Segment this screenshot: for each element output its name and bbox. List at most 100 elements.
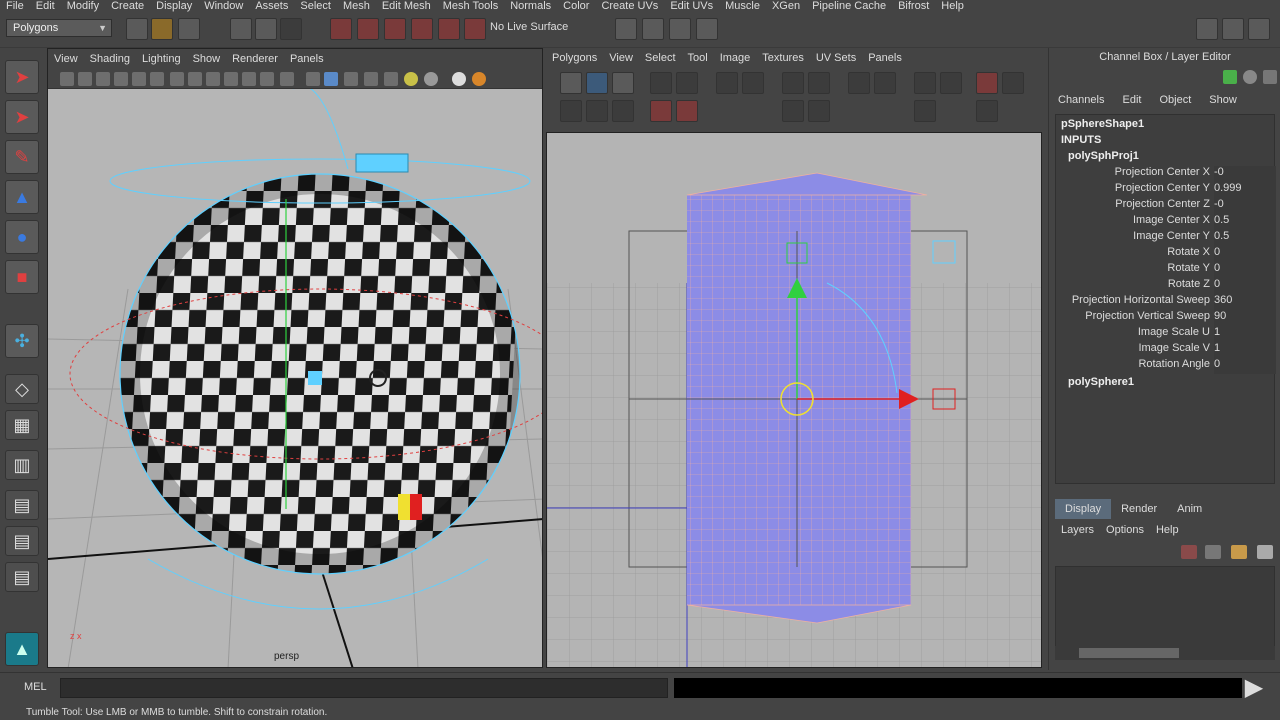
- two-d-pan-icon[interactable]: [132, 72, 146, 86]
- attr-row[interactable]: Image Scale U 1: [1056, 326, 1276, 342]
- attr-value[interactable]: 0.5: [1214, 214, 1276, 230]
- safe-title-icon[interactable]: [280, 72, 294, 86]
- attr-value[interactable]: 0: [1214, 262, 1276, 278]
- uv-flip-u-icon[interactable]: [650, 72, 672, 94]
- uv-checker-icon[interactable]: [1002, 72, 1024, 94]
- modeling-toolkit-icon[interactable]: [1196, 18, 1218, 40]
- uv-menu-uv-sets[interactable]: UV Sets: [810, 52, 862, 64]
- layer-menu-options[interactable]: Options: [1100, 521, 1150, 539]
- attr-value[interactable]: 0.5: [1214, 230, 1276, 246]
- grease-pencil-icon[interactable]: [150, 72, 164, 86]
- uv-menu-textures[interactable]: Textures: [756, 52, 810, 64]
- select-object-icon[interactable]: [255, 18, 277, 40]
- cb-menu-edit[interactable]: Edit: [1113, 94, 1150, 106]
- last-tool-icon[interactable]: ✣: [5, 324, 39, 358]
- layout-persp-outliner-icon[interactable]: ▤: [5, 490, 39, 520]
- uv-rotate-icon[interactable]: [612, 72, 634, 94]
- render-view-icon[interactable]: [696, 18, 718, 40]
- new-scene-icon[interactable]: [126, 18, 148, 40]
- uv-normalize-icon[interactable]: [808, 100, 830, 122]
- tab-anim[interactable]: Anim: [1167, 499, 1212, 519]
- menu-normals[interactable]: Normals: [504, 0, 557, 12]
- menu-window[interactable]: Window: [198, 0, 249, 12]
- uv-sew-icon[interactable]: [742, 72, 764, 94]
- menu-assets[interactable]: Assets: [249, 0, 294, 12]
- uv-snapshot-icon[interactable]: [914, 72, 936, 94]
- cb-menu-object[interactable]: Object: [1150, 94, 1200, 106]
- menu-help[interactable]: Help: [935, 0, 970, 12]
- viewport-menu-show[interactable]: Show: [187, 53, 227, 65]
- resolution-gate-icon[interactable]: [206, 72, 220, 86]
- field-chart-icon[interactable]: [242, 72, 256, 86]
- menu-pipeline-cache[interactable]: Pipeline Cache: [806, 0, 892, 12]
- cb-menu-show[interactable]: Show: [1200, 94, 1246, 106]
- cb-menu-channels[interactable]: Channels: [1049, 94, 1113, 106]
- attr-row[interactable]: Rotate Y 0: [1056, 262, 1276, 278]
- ipr-render-icon[interactable]: [669, 18, 691, 40]
- layout-hypershade-icon[interactable]: ▤: [5, 562, 39, 592]
- textured-icon[interactable]: [364, 72, 378, 86]
- attr-value[interactable]: 0: [1214, 246, 1276, 262]
- shadows-icon[interactable]: [424, 72, 438, 86]
- lasso-tool-icon[interactable]: ➤: [5, 100, 39, 134]
- move-tool-icon[interactable]: ▲: [5, 180, 39, 214]
- uv-cut-icon[interactable]: [716, 72, 738, 94]
- save-scene-icon[interactable]: [178, 18, 200, 40]
- default-light-icon[interactable]: [404, 72, 418, 86]
- layout-four-icon[interactable]: ▦: [5, 410, 39, 440]
- attr-row[interactable]: Rotate Z 0: [1056, 278, 1276, 294]
- menu-bifrost[interactable]: Bifrost: [892, 0, 935, 12]
- uv-select-icon[interactable]: [560, 72, 582, 94]
- uv-isolate-icon[interactable]: [914, 100, 936, 122]
- snap-grid-icon[interactable]: [330, 18, 352, 40]
- attribute-editor-icon[interactable]: [1222, 18, 1244, 40]
- uv-manip-scale-square[interactable]: [932, 240, 956, 264]
- menu-xgen[interactable]: XGen: [766, 0, 806, 12]
- uv-shell-body[interactable]: [687, 195, 911, 605]
- uv-shell-top-pole[interactable]: [686, 172, 928, 196]
- camera-attributes-icon[interactable]: [78, 72, 92, 86]
- menu-color[interactable]: Color: [557, 0, 595, 12]
- manip-toggle-red[interactable]: [410, 494, 422, 520]
- snap-surface-icon[interactable]: [438, 18, 460, 40]
- menu-display[interactable]: Display: [150, 0, 198, 12]
- bookmarks-icon[interactable]: [96, 72, 110, 86]
- menu-create-uvs[interactable]: Create UVs: [595, 0, 664, 12]
- snap-curve-icon[interactable]: [357, 18, 379, 40]
- uv-flip-v-icon[interactable]: [676, 72, 698, 94]
- attr-row[interactable]: Projection Center X -0: [1056, 166, 1276, 182]
- channel-box-sync-icon[interactable]: [1223, 70, 1237, 84]
- render-frame-icon[interactable]: [642, 18, 664, 40]
- uv-menu-polygons[interactable]: Polygons: [546, 52, 603, 64]
- open-scene-icon[interactable]: [151, 18, 173, 40]
- image-plane-icon[interactable]: [114, 72, 128, 86]
- attr-row[interactable]: Projection Vertical Sweep 90: [1056, 310, 1276, 326]
- uv-move-icon[interactable]: [586, 72, 608, 94]
- uv-menu-image[interactable]: Image: [714, 52, 757, 64]
- mel-input[interactable]: [60, 678, 668, 698]
- safe-action-icon[interactable]: [260, 72, 274, 86]
- projection-node-name[interactable]: polySphProj1: [1068, 150, 1139, 162]
- scale-tool-icon[interactable]: ■: [5, 260, 39, 294]
- menu-file[interactable]: File: [0, 0, 30, 12]
- select-tool-icon[interactable]: ➤: [5, 60, 39, 94]
- attr-row[interactable]: Projection Center Y 0.999: [1056, 182, 1276, 198]
- uv-layout-icon[interactable]: [808, 72, 830, 94]
- scrollbar-thumb[interactable]: [1079, 648, 1179, 658]
- attr-row[interactable]: Image Center Y 0.5: [1056, 230, 1276, 246]
- projection-scale-handle[interactable]: [355, 153, 409, 173]
- camera-select-icon[interactable]: [60, 72, 74, 86]
- uv-menu-panels[interactable]: Panels: [862, 52, 908, 64]
- mel-label[interactable]: MEL: [24, 681, 47, 693]
- menu-mesh-tools[interactable]: Mesh Tools: [437, 0, 504, 12]
- motion-blur-icon[interactable]: [472, 72, 486, 86]
- layer-menu-layers[interactable]: Layers: [1055, 521, 1100, 539]
- new-layer-from-selected-icon[interactable]: [1257, 545, 1273, 559]
- attr-value[interactable]: 0: [1214, 358, 1276, 374]
- film-gate-icon[interactable]: [188, 72, 202, 86]
- gate-mask-icon[interactable]: [224, 72, 238, 86]
- attr-row[interactable]: Image Scale V 1: [1056, 342, 1276, 358]
- uv-menu-view[interactable]: View: [603, 52, 639, 64]
- viewport-menu-renderer[interactable]: Renderer: [226, 53, 284, 65]
- attr-value[interactable]: -0: [1214, 166, 1276, 182]
